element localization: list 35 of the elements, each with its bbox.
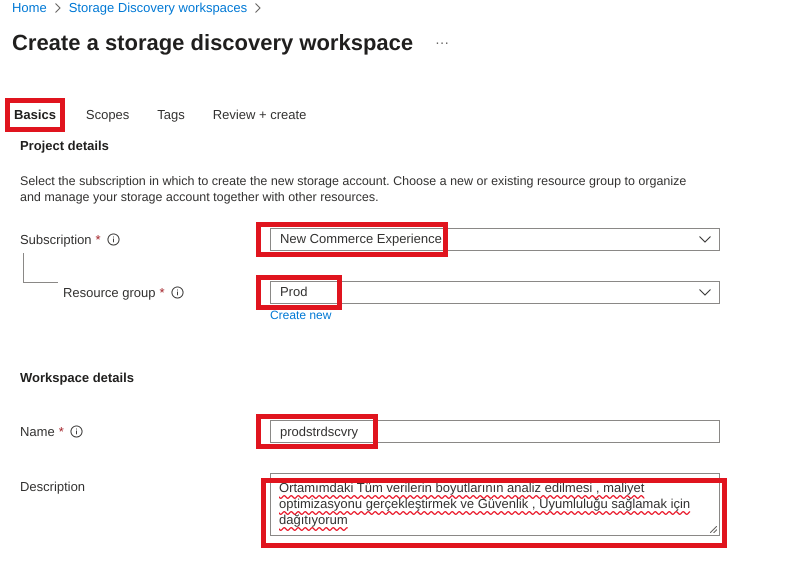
resize-handle-icon[interactable] xyxy=(710,526,717,533)
info-icon[interactable] xyxy=(70,425,83,438)
more-menu[interactable]: ··· xyxy=(435,32,450,53)
page-title: Create a storage discovery workspace xyxy=(12,29,414,57)
chevron-down-icon xyxy=(699,288,711,296)
field-value: New Commerce Experience xyxy=(280,230,443,248)
info-icon[interactable] xyxy=(106,232,120,246)
input-field[interactable]: prodstrdscvry xyxy=(270,420,720,443)
info-icon[interactable] xyxy=(170,286,184,299)
description-textarea[interactable]: Ortamımdaki Tüm verilerin boyutlarının analiz edilmesi , maliyet optimizasyonu gerçekleştirmek ve Güvenlik , Uyumluluğu sağlamak için dağıtıyorum xyxy=(270,473,720,536)
field-value: Prod xyxy=(280,283,308,302)
breadcrumb-link[interactable]: Storage Discovery workspaces xyxy=(68,0,248,18)
field-label: Name xyxy=(20,423,55,441)
field-value: prodstrdscvry xyxy=(280,422,360,441)
section-description: Select the subscription in which to create the new storage account. Choose a new or existing resource group to organize and manage your storage account together with other resources. xyxy=(20,172,688,204)
field-label: Resource group xyxy=(63,284,156,302)
required-asterisk: * xyxy=(96,230,101,248)
create-new-link[interactable]: Create new xyxy=(270,306,720,324)
tab[interactable]: Basics xyxy=(5,98,65,132)
chevron-down-icon xyxy=(699,236,711,242)
breadcrumb-link[interactable]: Home xyxy=(12,0,47,18)
dropdown-field[interactable]: New Commerce Experience xyxy=(270,228,720,250)
tab[interactable]: Tags xyxy=(157,98,185,132)
section-heading: Workspace details xyxy=(20,368,135,387)
chevron-right-icon xyxy=(54,3,61,13)
section-heading: Project details xyxy=(20,137,110,155)
required-asterisk: * xyxy=(58,423,64,441)
field-label: Description xyxy=(20,478,86,496)
dropdown-field[interactable]: Prod xyxy=(270,280,720,304)
required-asterisk: * xyxy=(160,284,165,302)
tab[interactable]: Review + create xyxy=(212,98,306,132)
tab[interactable]: Scopes xyxy=(86,98,130,132)
tree-connector-icon xyxy=(23,252,58,282)
field-label: Subscription xyxy=(20,230,92,249)
chevron-right-icon xyxy=(255,3,262,13)
